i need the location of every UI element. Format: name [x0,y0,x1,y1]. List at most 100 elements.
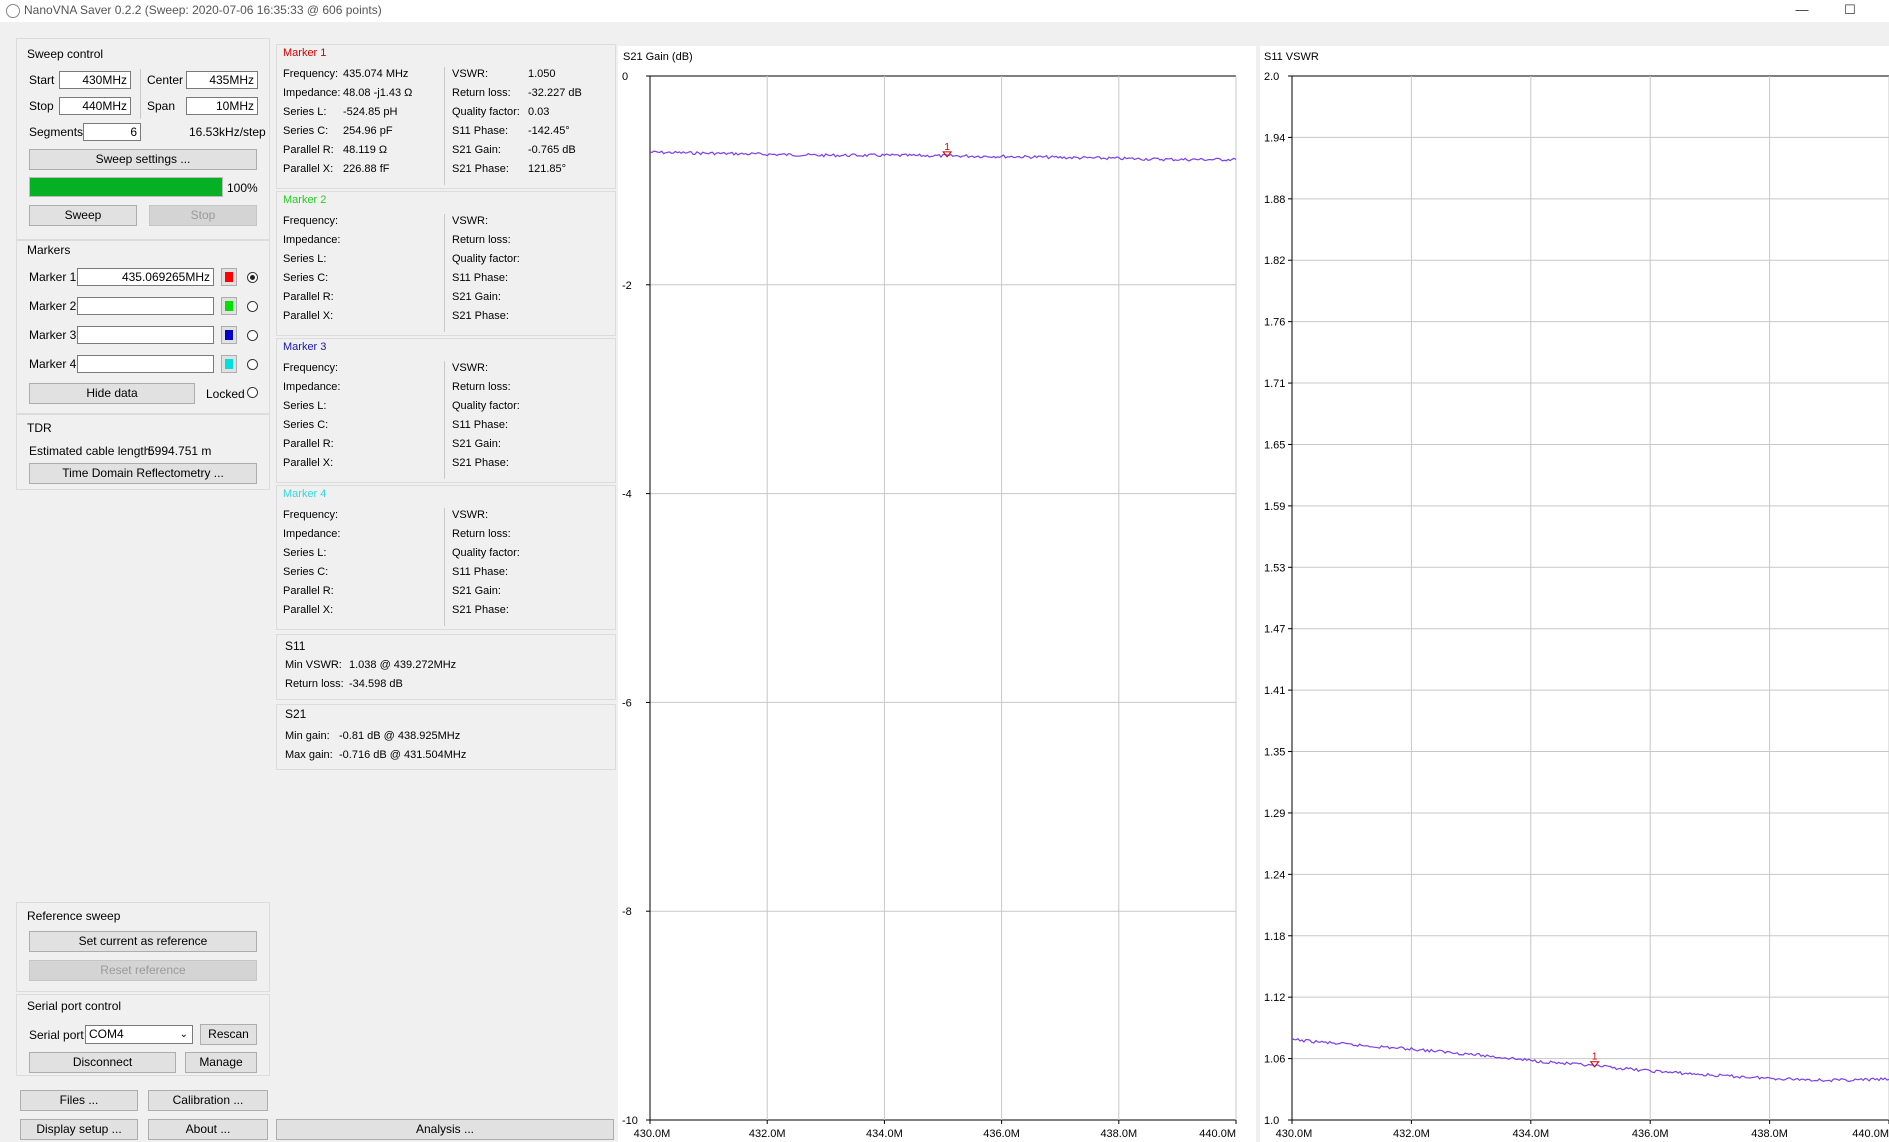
marker-1-frequency-input[interactable]: 435.069265MHz [77,268,214,286]
marker-2-right-field-label: Quality factor: [452,253,520,265]
marker-1-left-field-label: Series C: [283,125,329,137]
y-tick-label: 1.18 [1264,931,1285,943]
y-tick-label: 1.47 [1264,624,1285,636]
marker-4-right-field-label: Quality factor: [452,547,520,559]
center-label: Center [147,73,184,87]
center-input[interactable]: 435MHz [186,71,258,89]
s11-summary-title: S11 [285,639,306,653]
s21-gain-chart: S21 Gain (dB) 0 -2 -4 -6 -8 -10 430.0M 432.0M 434… [618,46,1256,1142]
marker-4-right-field-label: S21 Phase: [452,604,509,616]
y-tick-label: 1.24 [1264,869,1285,881]
marker-3-frequency-input[interactable] [77,326,214,344]
sweep-button[interactable]: Sweep [29,205,137,226]
analysis-button[interactable]: Analysis ... [276,1119,614,1140]
marker-1-right-field-value: -142.45° [528,125,570,137]
manage-button[interactable]: Manage [185,1052,257,1073]
locked-label: Locked [206,387,245,401]
marker-1-chart-label: 1 [944,142,950,153]
marker-2-left-field-label: Parallel R: [283,291,334,303]
marker-1-right-field-label: VSWR: [452,68,489,80]
x-tick-label: 438.0M [1751,1128,1788,1140]
marker-4-left-field-label: Parallel X: [283,604,334,616]
hide-data-button[interactable]: Hide data [29,383,195,404]
sweep-progress-bar [29,177,223,197]
marker-2-left-field-label: Parallel X: [283,310,334,322]
x-tick-label: 434.0M [1512,1128,1549,1140]
marker-3-label: Marker 3 [29,328,77,342]
files-button[interactable]: Files ... [20,1090,138,1111]
span-label: Span [147,99,176,113]
tdr-button[interactable]: Time Domain Reflectometry ... [29,463,257,484]
marker-1-right-field-label: Return loss: [452,87,511,99]
marker-2-right-field-label: S11 Phase: [452,272,509,284]
y-tick-label: 1.12 [1264,992,1285,1004]
marker-4-panel-title: Marker 4 [283,488,327,500]
about-button[interactable]: About ... [148,1119,268,1140]
marker-2-right-field-label: S21 Gain: [452,291,501,303]
series-0-line [1291,1037,1889,1083]
sweep-control-title: Sweep control [27,47,104,61]
rescan-button[interactable]: Rescan [200,1024,257,1045]
y-tick-label: -10 [622,1115,638,1127]
marker-1-left-field-label: Series L: [283,106,327,118]
marker-1-color-button[interactable] [221,268,237,286]
marker-3-radio[interactable] [247,330,258,341]
marker-4-right-field-label: S21 Gain: [452,585,501,597]
span-input[interactable]: 10MHz [186,97,258,115]
stop-input[interactable]: 440MHz [59,97,131,115]
title-bar: NanoVNA Saver 0.2.2 (Sweep: 2020-07-06 1… [0,0,1889,22]
reset-reference-button[interactable]: Reset reference [29,960,257,981]
maximize-button[interactable]: ☐ [1827,0,1873,22]
disconnect-button[interactable]: Disconnect [29,1052,176,1073]
set-reference-button[interactable]: Set current as reference [29,931,257,952]
marker-3-right-field-label: S11 Phase: [452,419,509,431]
marker-2-color-button[interactable] [221,297,237,315]
s11-summary-group: S11 Min VSWR: 1.038 @ 439.272MHz Return … [276,634,616,700]
x-tick-label: 432.0M [749,1128,786,1140]
x-tick-label: 440.0M [1852,1128,1889,1140]
stop-label: Stop [29,99,54,113]
calibration-button[interactable]: Calibration ... [148,1090,268,1111]
marker-2-frequency-input[interactable] [77,297,214,315]
marker-2-right-field-label: VSWR: [452,215,489,227]
marker-3-color-swatch [225,330,233,340]
min-vswr-label: Min VSWR: [285,659,342,671]
marker-4-color-button[interactable] [221,355,237,373]
marker-4-radio[interactable] [247,359,258,370]
marker-1-left-field-value: -524.85 pH [343,106,398,118]
locked-radio[interactable] [247,387,258,398]
marker-1-right-field-value: 1.050 [528,68,556,80]
y-tick-label: 1.29 [1264,808,1285,820]
marker-1-left-field-value: 254.96 pF [343,125,393,137]
marker-2-data-panel: Marker 2 Frequency: Impedance: Series L: Ser… [276,191,616,336]
segments-input[interactable]: 6 [83,123,141,141]
divider [140,69,141,119]
serial-port-label: Serial port [29,1028,84,1042]
marker-2-color-swatch [225,301,233,311]
stop-button[interactable]: Stop [149,205,257,226]
sweep-settings-button[interactable]: Sweep settings ... [29,149,257,170]
x-tick-label: 436.0M [983,1128,1020,1140]
marker-4-left-field-label: Series L: [283,547,327,559]
minimize-button[interactable]: — [1779,0,1825,22]
marker-1-radio[interactable] [247,272,258,283]
column-divider [444,508,445,626]
marker-2-label: Marker 2 [29,299,77,313]
start-input[interactable]: 430MHz [59,71,131,89]
marker-3-color-button[interactable] [221,326,237,344]
marker-1-right-field-label: S11 Phase: [452,125,509,137]
marker-4-frequency-input[interactable] [77,355,214,373]
segments-label: Segments [29,125,84,139]
marker-1-left-field-label: Frequency: [283,68,339,80]
marker-2-radio[interactable] [247,301,258,312]
marker-3-data-panel: Marker 3 Frequency: Impedance: Series L: Ser… [276,338,616,483]
y-tick-label: 1.88 [1264,194,1285,206]
marker-3-left-field-label: Series L: [283,400,327,412]
marker-1-right-field-value: 121.85° [528,163,567,175]
marker-3-left-field-label: Frequency: [283,362,339,374]
serial-port-select[interactable]: COM4 ⌄ [85,1025,193,1044]
marker-3-right-field-label: Quality factor: [452,400,520,412]
progress-fill [30,178,222,196]
display-setup-button[interactable]: Display setup ... [20,1119,138,1140]
marker-1-right-field-value: 0.03 [528,106,550,118]
